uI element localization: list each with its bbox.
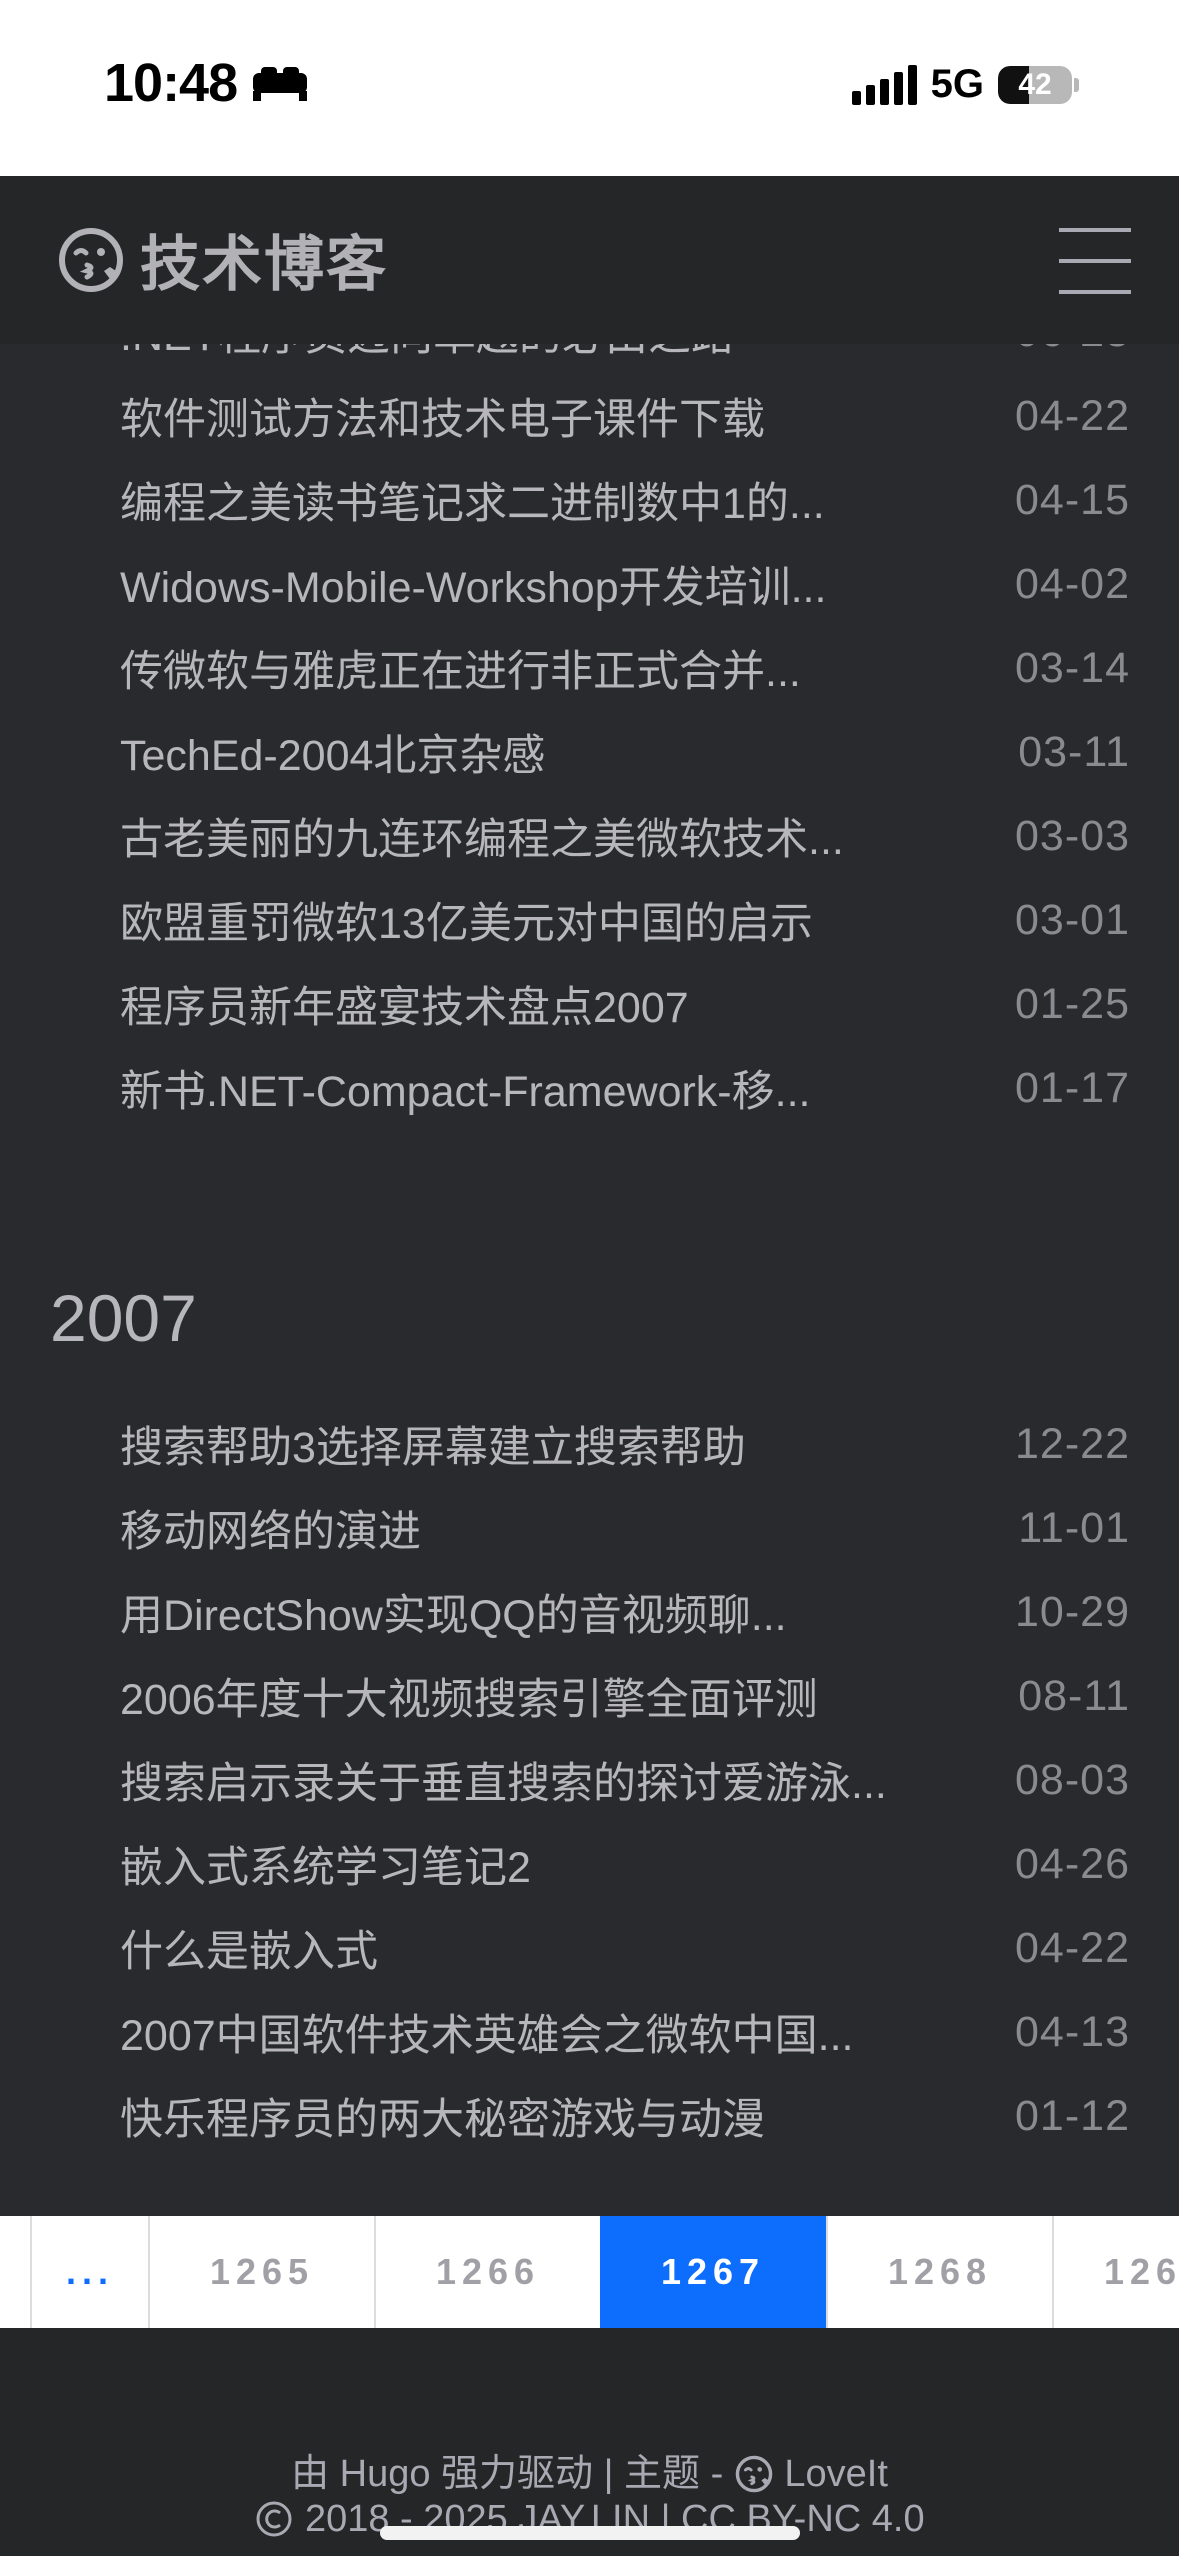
- page-1269[interactable]: 1269: [1052, 2216, 1179, 2328]
- post-title[interactable]: 新书.NET-Compact-Framework-移...: [120, 1057, 810, 1119]
- post-title[interactable]: TechEd-2004北京杂感: [120, 721, 545, 783]
- post-title[interactable]: 2006年度十大视频搜索引擎全面评测: [120, 1665, 818, 1727]
- kiss-face-icon: [735, 2455, 773, 2493]
- post-date: 04-13: [1015, 2007, 1130, 2056]
- archive-post-item[interactable]: 2006年度十大视频搜索引擎全面评测 08-11: [120, 1654, 1130, 1738]
- network-type: 5G: [930, 62, 984, 106]
- pagination: ... 1265 1266 1267 1268 1269: [0, 2216, 1179, 2328]
- battery-percent: 42: [1018, 67, 1052, 101]
- post-date: 03-03: [1015, 811, 1130, 860]
- post-title[interactable]: 快乐程序员的两大秘密游戏与动漫: [120, 2085, 765, 2147]
- post-date: 08-11: [1018, 1671, 1130, 1720]
- post-date: 04-02: [1015, 559, 1130, 608]
- post-date: 11-01: [1018, 1503, 1130, 1552]
- site-header: 技术博客: [0, 176, 1179, 344]
- kiss-face-icon: [59, 227, 123, 292]
- post-title[interactable]: 移动网络的演进: [120, 1497, 421, 1559]
- post-title[interactable]: 欧盟重罚微软13亿美元对中国的启示: [120, 889, 813, 951]
- theme-link[interactable]: LoveIt: [784, 2453, 888, 2495]
- archive-post-item[interactable]: 嵌入式系统学习笔记2 04-26: [120, 1822, 1130, 1906]
- archive-post-item[interactable]: 古老美丽的九连环编程之美微软技术... 03-03: [120, 794, 1130, 878]
- powered-by-text: 由 Hugo 强力驱动 | 主题 -: [291, 2453, 734, 2495]
- post-date: 12-22: [1015, 1419, 1130, 1468]
- post-date: 10-29: [1015, 1587, 1130, 1636]
- archive-post-item[interactable]: 搜索帮助3选择屏幕建立搜索帮助 12-22: [120, 1402, 1130, 1486]
- site-logo[interactable]: 技术博客: [56, 216, 388, 303]
- post-title[interactable]: 什么是嵌入式: [120, 1917, 378, 1979]
- post-date: 01-12: [1015, 2091, 1130, 2140]
- post-date: 01-17: [1015, 1063, 1130, 1112]
- page-item-partial: [0, 2216, 30, 2328]
- post-title[interactable]: 古老美丽的九连环编程之美微软技术...: [120, 805, 844, 867]
- page-1267-current[interactable]: 1267: [600, 2216, 826, 2328]
- post-title[interactable]: 搜索帮助3选择屏幕建立搜索帮助: [120, 1413, 746, 1475]
- post-title[interactable]: 用DirectShow实现QQ的音视频聊...: [120, 1581, 787, 1643]
- post-title[interactable]: Widows-Mobile-Workshop开发培训...: [120, 553, 826, 615]
- status-time: 10:48: [104, 52, 308, 114]
- site-title: 技术博客: [140, 231, 388, 298]
- post-date: 04-15: [1015, 475, 1130, 524]
- year-heading-2007: 2007: [50, 1281, 197, 1355]
- archive-post-item[interactable]: 欧盟重罚微软13亿美元对中国的启示 03-01: [120, 878, 1130, 962]
- signal-strength-icon: [851, 64, 917, 105]
- archive-post-item[interactable]: TechEd-2004北京杂感 03-11: [120, 710, 1130, 794]
- archive-post-item[interactable]: 用DirectShow实现QQ的音视频聊... 10-29: [120, 1570, 1130, 1654]
- post-title[interactable]: 软件测试方法和技术电子课件下载: [120, 385, 765, 447]
- post-date: 04-26: [1015, 1839, 1130, 1888]
- post-title[interactable]: 程序员新年盛宴技术盘点2007: [120, 973, 689, 1035]
- status-time-text: 10:48: [104, 53, 238, 113]
- archive-post-item[interactable]: 程序员新年盛宴技术盘点2007 01-25: [120, 962, 1130, 1046]
- archive-post-item[interactable]: 软件测试方法和技术电子课件下载 04-22: [120, 374, 1130, 458]
- post-date: 01-25: [1015, 979, 1130, 1028]
- page-1266[interactable]: 1266: [374, 2216, 600, 2328]
- archive-post-item[interactable]: Widows-Mobile-Workshop开发培训... 04-02: [120, 542, 1130, 626]
- archive-post-item[interactable]: 移动网络的演进 11-01: [120, 1486, 1130, 1570]
- post-date: 04-22: [1015, 1923, 1130, 1972]
- page-1265[interactable]: 1265: [148, 2216, 374, 2328]
- footer: 由 Hugo 强力驱动 | 主题 - LoveIt 2018 - 2025 JA…: [0, 2328, 1179, 2556]
- post-title[interactable]: 2007中国软件技术英雄会之微软中国...: [120, 2001, 854, 2063]
- post-date: 03-11: [1018, 727, 1130, 776]
- status-indicators: 5G 42: [851, 62, 1079, 107]
- archive-post-item[interactable]: 传微软与雅虎正在进行非正式合并... 03-14: [120, 626, 1130, 710]
- archive-post-item[interactable]: 什么是嵌入式 04-22: [120, 1906, 1130, 1990]
- archive-post-item[interactable]: 快乐程序员的两大秘密游戏与动漫 01-12: [120, 2074, 1130, 2158]
- archive-post-item[interactable]: 搜索启示录关于垂直搜索的探讨爱游泳... 08-03: [120, 1738, 1130, 1822]
- archive-post-item[interactable]: 2007中国软件技术英雄会之微软中国... 04-13: [120, 1990, 1130, 2074]
- post-title[interactable]: 嵌入式系统学习笔记2: [120, 1833, 531, 1895]
- copyright-icon: [256, 2501, 292, 2537]
- post-date: 03-01: [1015, 895, 1130, 944]
- post-date: 08-03: [1015, 1755, 1130, 1804]
- post-date: 03-14: [1015, 643, 1130, 692]
- page-ellipsis[interactable]: ...: [30, 2216, 148, 2328]
- hamburger-menu-button[interactable]: [1059, 226, 1131, 296]
- battery-icon: 42: [998, 65, 1072, 104]
- post-title[interactable]: 编程之美读书笔记求二进制数中1的...: [120, 469, 825, 531]
- footer-powered-by: 由 Hugo 强力驱动 | 主题 - LoveIt: [0, 2442, 1179, 2497]
- status-bar: 10:48 5G 42: [0, 0, 1179, 176]
- battery-tip: [1074, 77, 1079, 92]
- page-1268[interactable]: 1268: [826, 2216, 1052, 2328]
- home-indicator: [380, 2526, 800, 2540]
- sleep-bed-icon: [253, 65, 308, 101]
- post-date: 04-22: [1015, 391, 1130, 440]
- post-title[interactable]: 搜索启示录关于垂直搜索的探讨爱游泳...: [120, 1749, 887, 1811]
- post-title[interactable]: 传微软与雅虎正在进行非正式合并...: [120, 637, 801, 699]
- archive-post-item[interactable]: 编程之美读书笔记求二进制数中1的... 04-15: [120, 458, 1130, 542]
- archive-post-item[interactable]: 新书.NET-Compact-Framework-移... 01-17: [120, 1046, 1130, 1130]
